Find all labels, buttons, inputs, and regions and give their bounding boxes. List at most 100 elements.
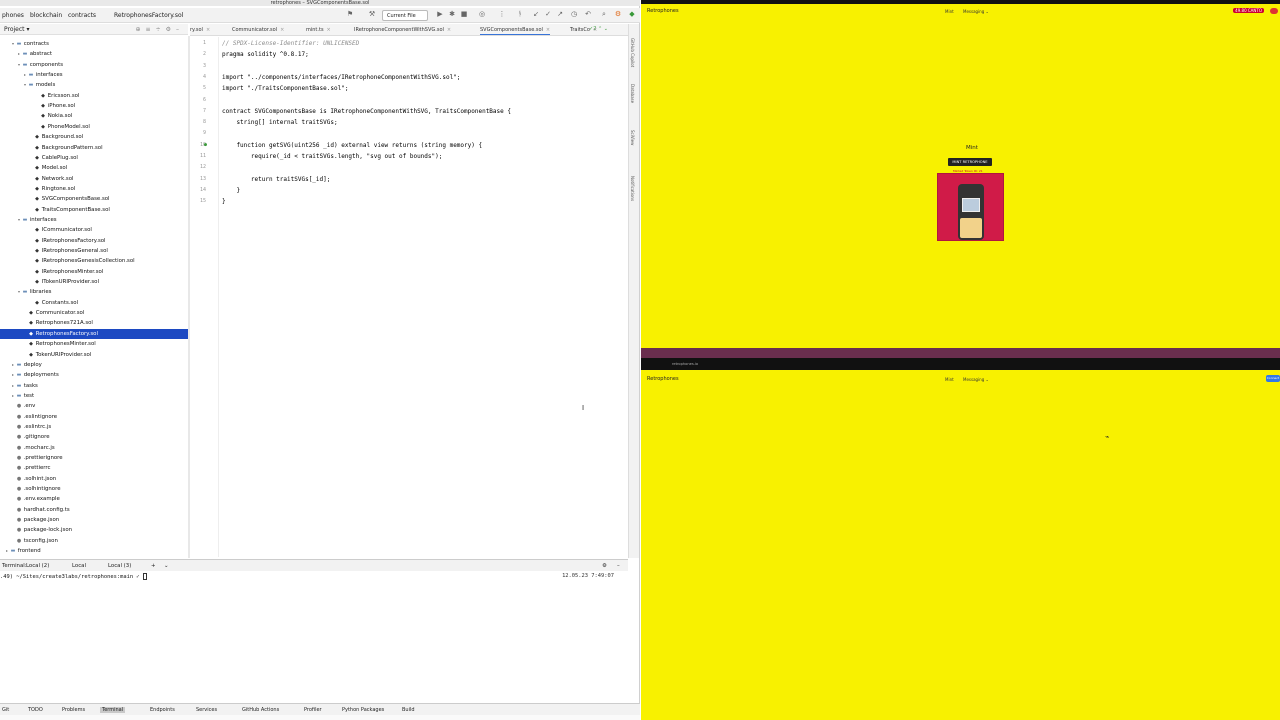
tool-window-button[interactable]: Endpoints <box>150 707 175 713</box>
tree-folder[interactable]: ▾ ▬ libraries <box>0 287 188 297</box>
tree-folder[interactable]: ▸ ▬ test <box>0 391 188 401</box>
tree-file[interactable]: ◆ Nokia.sol <box>0 111 188 121</box>
code-line[interactable]: string[] internal traitSVGs; <box>222 119 337 126</box>
settings-icon[interactable]: ⚙ <box>614 10 622 18</box>
tree-folder[interactable]: ▸ ▬ deploy <box>0 360 188 370</box>
more-icon[interactable]: ⋮ <box>498 10 506 18</box>
hammer-icon[interactable]: ⚒ <box>368 10 376 18</box>
tree-file[interactable]: ◆ TraitsComponentBase.sol <box>0 205 188 215</box>
tree-file[interactable]: ● .mocharc.js <box>0 443 188 453</box>
code-line[interactable]: pragma solidity ^0.8.17; <box>222 51 309 58</box>
terminal-settings-icon[interactable]: ⚙ <box>602 563 607 569</box>
tree-file[interactable]: ● .env <box>0 401 188 411</box>
tree-file[interactable]: ◆ Ringtone.sol <box>0 184 188 194</box>
tree-file[interactable]: ◆ BackgroundPattern.sol <box>0 143 188 153</box>
account-avatar[interactable] <box>1270 8 1278 14</box>
tool-window-button[interactable]: Profiler <box>304 707 322 713</box>
breadcrumb-root[interactable]: phones <box>2 12 24 19</box>
tool-window-button[interactable]: TODO <box>28 707 43 713</box>
side-tool-button[interactable]: GitHub Copilot <box>630 38 635 67</box>
tree-file[interactable]: ◆ Network.sol <box>0 174 188 184</box>
side-tool-button[interactable]: Database <box>630 84 635 103</box>
terminal-tab-local[interactable]: Local <box>72 563 86 569</box>
tree-file[interactable]: ● .eslintignore <box>0 412 188 422</box>
stop-icon[interactable]: ■ <box>460 10 468 18</box>
tree-file[interactable]: ● tsconfig.json <box>0 536 188 546</box>
tree-file[interactable]: ◆ RetrophonesFactory.sol <box>0 328 188 339</box>
tree-file[interactable]: ◆ Ericsson.sol <box>0 91 188 101</box>
tree-file[interactable]: ● .solhint.json <box>0 474 188 484</box>
tree-file[interactable]: ◆ RetrophonesMinter.sol <box>0 339 188 349</box>
code-line[interactable]: import "./TraitsComponentBase.sol"; <box>222 85 348 92</box>
tool-window-button[interactable]: Services <box>196 707 217 713</box>
tree-file[interactable]: ● .gitignore <box>0 432 188 442</box>
close-icon[interactable]: × <box>447 27 451 33</box>
project-toolbar[interactable]: ⊕≡÷⚙– <box>136 24 184 35</box>
tree-file[interactable]: ◆ iPhone.sol <box>0 101 188 111</box>
implements-icon[interactable]: ● <box>204 142 207 148</box>
tree-file[interactable]: ◆ CablePlug.sol <box>0 153 188 163</box>
code-line[interactable]: contract SVGComponentsBase is IRetrophon… <box>222 108 511 115</box>
tool-window-button[interactable]: GitHub Actions <box>242 707 279 713</box>
debug-icon[interactable]: ✱ <box>448 10 456 18</box>
code-line[interactable]: return traitSVGs[_id]; <box>222 176 330 183</box>
run-config-select[interactable]: Current File <box>382 10 428 21</box>
code-line[interactable]: } <box>222 198 226 205</box>
editor-tab[interactable]: IRetrophoneComponentWithSVG.sol × <box>354 26 451 35</box>
code-line[interactable]: } <box>222 187 240 194</box>
tree-folder[interactable]: ▾ ▬ interfaces <box>0 215 188 225</box>
editor-tab[interactable]: ry.sol × <box>190 26 210 35</box>
breadcrumb-blockchain[interactable]: blockchain <box>30 12 62 19</box>
tool-window-button[interactable]: Git <box>2 707 9 713</box>
tool-window-button[interactable]: Problems <box>62 707 85 713</box>
breadcrumb-file[interactable]: RetrophonesFactory.sol <box>114 12 183 19</box>
code-line[interactable]: import "../components/interfaces/IRetrop… <box>222 74 460 81</box>
tree-file[interactable]: ● .env.example <box>0 494 188 504</box>
brand-logo-bottom[interactable]: Retrophones <box>647 376 679 382</box>
connect-button[interactable]: Connect <box>1266 375 1280 382</box>
tree-file[interactable]: ● package.json <box>0 515 188 525</box>
close-icon[interactable]: × <box>206 27 210 33</box>
git-push-icon[interactable]: ↗ <box>556 10 564 18</box>
tree-folder[interactable]: ▸ ▬ interfaces <box>0 70 188 80</box>
tree-file[interactable]: ● .solhintignore <box>0 484 188 494</box>
nav-messaging[interactable]: Messaging ⌄ <box>963 9 989 14</box>
tool-window-button[interactable]: Build <box>402 707 415 713</box>
tree-folder[interactable]: ▸ ▬ tasks <box>0 381 188 391</box>
address-bar[interactable]: retrophones.io <box>672 362 698 366</box>
code-line[interactable]: require(_id < traitSVGs.length, "svg out… <box>222 153 442 160</box>
run-icon[interactable]: ▶ <box>436 10 444 18</box>
coverage-icon[interactable]: ◎ <box>478 10 486 18</box>
tree-folder[interactable]: ▾ ▬ models <box>0 80 188 90</box>
tree-file[interactable]: ◆ TokenURIProvider.sol <box>0 350 188 360</box>
terminal-dropdown-icon[interactable]: ⌄ <box>164 563 169 569</box>
project-label[interactable]: Project <box>4 26 25 33</box>
tree-file[interactable]: ◆ ITokenURIProvider.sol <box>0 277 188 287</box>
rollback-icon[interactable]: ↶ <box>584 10 592 18</box>
tree-folder[interactable]: ▸ ▬ frontend <box>0 546 188 556</box>
tool-window-button[interactable]: Python Packages <box>342 707 384 713</box>
search-icon[interactable]: ⌕ <box>600 10 608 18</box>
editor-tab[interactable]: TraitsCo × <box>570 26 597 35</box>
tree-file[interactable]: ● .eslintrc.js <box>0 422 188 432</box>
editor-tab[interactable]: Communicator.sol × <box>232 26 284 35</box>
plugin-icon[interactable]: ◆ <box>628 10 636 18</box>
tree-folder[interactable]: ▸ ▬ abstract <box>0 49 188 59</box>
tree-file[interactable]: ◆ IRetrophonesMinter.sol <box>0 267 188 277</box>
nav-mint-bottom[interactable]: Mint <box>945 377 954 382</box>
tool-window-button[interactable]: Terminal <box>100 707 126 713</box>
terminal[interactable]: .49) ~/Sites/create3labs/retrophones:mai… <box>0 571 628 703</box>
tree-file[interactable]: ● hardhat.config.ts <box>0 505 188 515</box>
breadcrumb-contracts[interactable]: contracts <box>68 12 96 19</box>
tree-file[interactable]: ● .prettierrc <box>0 463 188 473</box>
mint-button[interactable]: MINT RETROPHONE <box>948 158 992 166</box>
new-terminal-icon[interactable]: + <box>151 563 156 569</box>
wallet-balance[interactable]: 49.80 CANTO <box>1233 8 1264 13</box>
tree-file[interactable]: ◆ SVGComponentsBase.sol <box>0 194 188 204</box>
terminal-tab-local-2[interactable]: Local (2) <box>26 563 49 569</box>
git-update-icon[interactable]: ↙ <box>532 10 540 18</box>
git-commit-icon[interactable]: ✓ <box>544 10 552 18</box>
nav-messaging-bottom[interactable]: Messaging ⌄ <box>963 377 989 382</box>
code-editor[interactable]: 1 // SPDX-License-Identifier: UNLICENSED 2… <box>190 37 628 557</box>
tree-file[interactable]: ◆ IRetrophonesGeneral.sol <box>0 246 188 256</box>
